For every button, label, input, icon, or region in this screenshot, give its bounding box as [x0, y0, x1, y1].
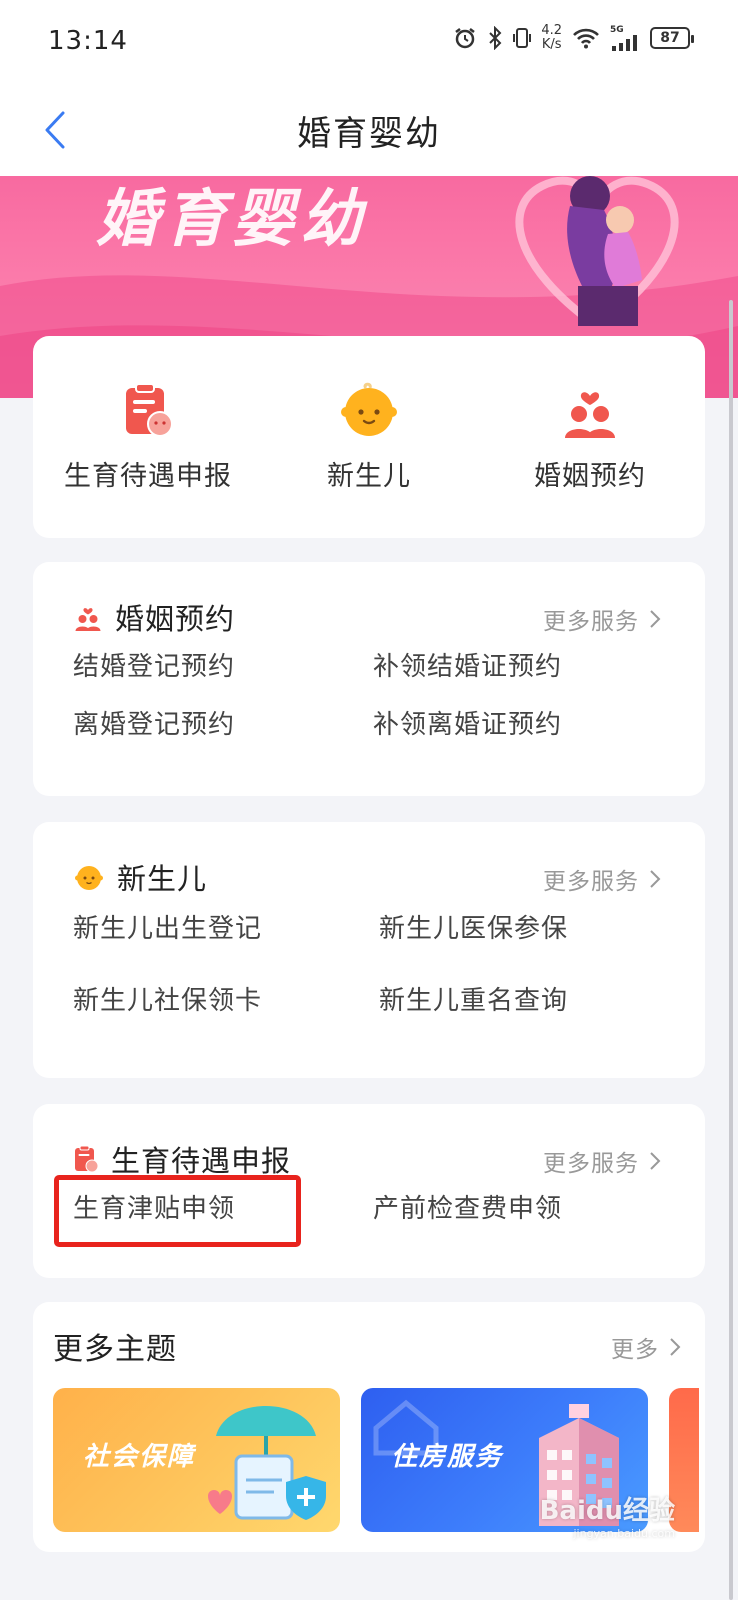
more-topics-link[interactable]: 更多: [611, 1330, 681, 1364]
chevron-right-icon: [650, 610, 661, 628]
chevron-right-icon: [650, 870, 661, 888]
quick-actions-card: 生育待遇申报 新生儿 婚姻预约: [33, 336, 705, 538]
clipboard-baby-icon: [126, 383, 173, 437]
quick-action-newborn[interactable]: 新生儿: [264, 380, 474, 493]
service-link-birth-registration[interactable]: 新生儿出生登记: [73, 908, 262, 945]
service-link-prenatal-exam-fee[interactable]: 产前检查费申领: [373, 1188, 562, 1225]
baby-face-icon: [75, 866, 103, 890]
page-title: 婚育婴幼: [297, 114, 441, 154]
status-bar: 13:14 4.2 K/s 5G 87: [0, 0, 738, 84]
service-link-marriage-registration[interactable]: 结婚登记预约: [73, 646, 235, 683]
service-link-reissue-marriage-cert[interactable]: 补领结婚证预约: [373, 646, 562, 683]
bluetooth-icon: [489, 26, 502, 50]
section-header: 新生儿: [73, 856, 207, 898]
topic-tile-label: 社会保障: [83, 1442, 196, 1472]
wifi-icon: [573, 28, 599, 49]
more-services-label: 更多服务: [543, 1151, 639, 1177]
net-speed-unit: K/s: [541, 37, 562, 52]
scrollbar[interactable]: [729, 300, 733, 1600]
mother-child-illustration: [515, 176, 679, 326]
baby-face-icon: [341, 382, 397, 436]
more-services-link[interactable]: 更多服务: [543, 862, 661, 896]
section-header: 生育待遇申报: [73, 1138, 291, 1180]
vibrate-icon: [513, 28, 532, 48]
couple-heart-icon: [75, 608, 101, 631]
more-topics-card: 更多主题 更多 社会保障 住房服务 Baidu经验 jingyan.baidu.…: [33, 1302, 705, 1552]
newborn-section-card: 新生儿 更多服务 新生儿出生登记 新生儿医保参保 新生儿社保领卡 新生儿重名查询: [33, 822, 705, 1078]
fertility-section-card: 生育待遇申报 更多服务 生育津贴申领 产前检查费申领: [33, 1104, 705, 1278]
section-title: 新生儿: [117, 862, 208, 896]
banner-title: 婚育婴幼: [96, 182, 369, 255]
net-speed: 4.2 K/s: [541, 24, 562, 52]
status-icons: 4.2 K/s 5G 87: [453, 24, 694, 52]
topic-tile-label: 住房服务: [391, 1442, 504, 1472]
clipboard-baby-icon: [75, 1145, 99, 1173]
quick-action-label: 新生儿: [327, 461, 411, 492]
chevron-right-icon: [670, 1338, 681, 1356]
service-link-medical-insurance[interactable]: 新生儿医保参保: [379, 908, 568, 945]
signal-bars-icon: [612, 34, 637, 51]
cellular-signal: 5G: [610, 24, 640, 51]
topic-tile-social-security[interactable]: 社会保障: [53, 1388, 340, 1532]
status-time: 13:14: [48, 26, 128, 56]
quick-action-marriage[interactable]: 婚姻预约: [485, 380, 695, 493]
service-link-reissue-divorce-cert[interactable]: 补领离婚证预约: [373, 704, 562, 741]
more-topics-label: 更多: [611, 1337, 659, 1363]
couple-heart-icon: [565, 392, 615, 438]
umbrella-shield-icon: [208, 1406, 326, 1520]
quick-action-label: 婚姻预约: [534, 461, 646, 492]
net-speed-value: 4.2: [541, 23, 562, 38]
section-title: 婚姻预约: [115, 602, 236, 636]
quick-action-fertility[interactable]: 生育待遇申报: [43, 380, 253, 493]
service-link-name-duplicate-query[interactable]: 新生儿重名查询: [379, 980, 568, 1017]
more-services-label: 更多服务: [543, 869, 639, 895]
quick-action-label: 生育待遇申报: [64, 461, 232, 492]
baidu-jingyan-watermark: Baidu经验 jingyan.baidu.com: [540, 1490, 675, 1540]
alarm-icon: [455, 28, 476, 49]
section-header: 婚姻预约: [73, 596, 235, 638]
more-services-link[interactable]: 更多服务: [543, 1144, 661, 1178]
battery-indicator: 87: [650, 27, 694, 49]
watermark-sub: jingyan.baidu.com: [573, 1527, 675, 1540]
marriage-section-card: 婚姻预约 更多服务 结婚登记预约 补领结婚证预约 离婚登记预约 补领离婚证预约: [33, 562, 705, 796]
more-services-link[interactable]: 更多服务: [543, 602, 661, 636]
topics-title: 更多主题: [53, 1332, 177, 1367]
more-services-label: 更多服务: [543, 609, 639, 635]
service-link-divorce-registration[interactable]: 离婚登记预约: [73, 704, 235, 741]
network-type: 5G: [610, 24, 624, 35]
service-link-maternity-allowance[interactable]: 生育津贴申领: [73, 1188, 235, 1225]
service-link-social-security-card[interactable]: 新生儿社保领卡: [73, 980, 262, 1017]
section-title: 生育待遇申报: [111, 1144, 292, 1178]
nav-bar: 婚育婴幼: [0, 84, 738, 176]
watermark-text: Baidu经验: [539, 1496, 675, 1526]
chevron-right-icon: [650, 1152, 661, 1170]
